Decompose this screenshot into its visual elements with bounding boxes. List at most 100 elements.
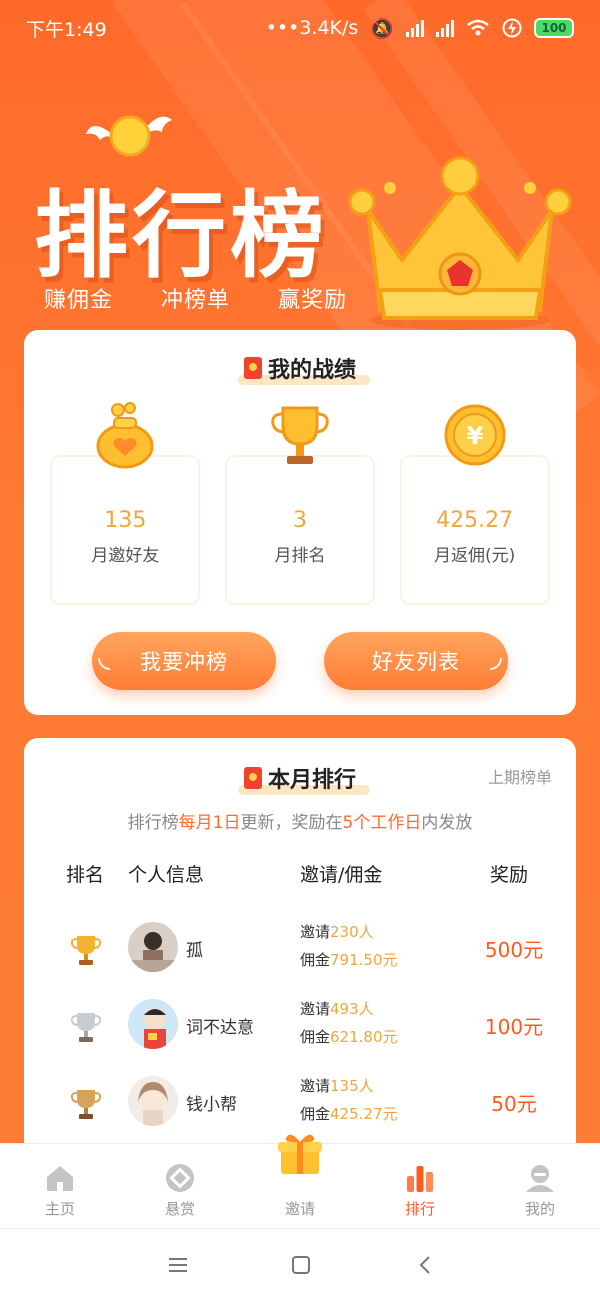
tab-bounty[interactable]: 悬赏 — [120, 1144, 240, 1229]
winged-coin-icon — [86, 115, 172, 157]
friend-list-button-label: 好友列表 — [372, 650, 460, 674]
status-time: 下午1:49 — [26, 18, 107, 41]
profile-icon — [526, 1165, 554, 1192]
bounty-icon — [166, 1164, 194, 1192]
back-icon[interactable] — [414, 1253, 438, 1277]
ranking-row[interactable]: 孤 邀请230人 佣金791.50元 500元 — [24, 912, 576, 982]
commission-prefix: 佣金 — [300, 951, 331, 969]
invite-commission-info: 邀请493人 佣金621.80元 — [300, 995, 398, 1051]
battery-indicator: 100 — [534, 18, 574, 38]
trophy-icon — [271, 406, 329, 464]
bronze-trophy-icon — [70, 1090, 102, 1119]
invite-count: 493人 — [330, 1000, 374, 1018]
stat-monthly-invites: 135 月邀好友 — [50, 400, 201, 605]
subtitle-earn-commission: 赚佣金 — [44, 288, 114, 313]
notice-text: 内发放 — [421, 813, 473, 833]
red-packet-icon — [243, 357, 262, 379]
stat-monthly-commission: ¥ 425.27 月返佣(元) — [399, 400, 550, 605]
invite-prefix: 邀请 — [300, 923, 331, 941]
tab-profile-label: 我的 — [524, 1200, 555, 1218]
stat-commission-label: 月返佣(元) — [434, 546, 516, 566]
commission-prefix: 佣金 — [300, 1028, 331, 1046]
stats-row: 135 月邀好友 3 月排名 ¥ 425.27 月返佣(元) — [24, 400, 576, 605]
silver-trophy-icon — [70, 1013, 102, 1042]
signal-hd-icon — [436, 19, 454, 37]
tab-invite[interactable]: 邀请 — [240, 1134, 360, 1229]
climb-rank-button-label: 我要冲榜 — [140, 650, 228, 674]
bottom-tab-bar: 主页 悬赏 邀请 排行 我的 — [0, 1134, 600, 1229]
avatar — [128, 922, 178, 972]
ranking-icon — [407, 1166, 433, 1192]
friend-list-button[interactable]: 好友列表 — [324, 632, 508, 690]
svg-text:¥: ¥ — [466, 422, 483, 450]
commission-amount: 425.27元 — [330, 1105, 398, 1123]
update-notice: 排行榜每月1日更新，奖励在5个工作日内发放 — [24, 808, 576, 833]
notice-text: 排行榜 — [127, 813, 179, 833]
mute-icon: 🔕 — [370, 17, 394, 40]
column-invite-commission: 邀请/佣金 — [300, 864, 383, 886]
crown-icon — [348, 156, 572, 330]
status-bar: 下午1:49 •••3.4K/s 🔕 100 — [0, 0, 600, 56]
signal-icon — [406, 19, 424, 37]
climb-rank-button[interactable]: 我要冲榜 — [92, 632, 276, 690]
user-name: 词不达意 — [186, 1018, 254, 1038]
red-packet-icon — [243, 767, 262, 789]
avatar — [128, 1076, 178, 1126]
column-rank: 排名 — [66, 864, 105, 886]
invite-count: 135人 — [330, 1077, 374, 1095]
tab-ranking[interactable]: 排行 — [360, 1144, 480, 1229]
my-record-card: 我的战绩 135 月邀好友 3 月排名 ¥ 425.27 月返佣(元) 我要冲榜… — [24, 330, 576, 715]
notice-text: 更新，奖励在 — [240, 813, 343, 833]
stat-rank-value: 3 — [292, 508, 307, 533]
page-title: 排行榜 — [34, 182, 329, 291]
stat-rank-label: 月排名 — [274, 546, 326, 566]
tab-invite-label: 邀请 — [284, 1200, 315, 1218]
tab-home-label: 主页 — [44, 1200, 75, 1218]
wifi-icon — [467, 19, 489, 36]
stat-invites-label: 月邀好友 — [91, 546, 160, 566]
tab-bounty-label: 悬赏 — [164, 1200, 195, 1218]
yuan-coin-icon: ¥ — [444, 404, 506, 466]
leaderboard-page: 下午1:49 •••3.4K/s 🔕 100 排行榜 赚佣金 冲榜单 赢奖励 我… — [0, 0, 600, 1300]
stat-commission-value: 425.27 — [436, 508, 514, 533]
reward-amount: 500元 — [484, 938, 544, 962]
money-bag-icon — [96, 402, 154, 469]
hero-subtitle: 赚佣金 冲榜单 赢奖励 — [44, 282, 369, 314]
invite-prefix: 邀请 — [300, 1000, 331, 1018]
commission-prefix: 佣金 — [300, 1105, 331, 1123]
menu-icon[interactable] — [166, 1253, 190, 1277]
column-reward: 奖励 — [490, 864, 529, 886]
invite-commission-info: 邀请135人 佣金425.27元 — [300, 1072, 398, 1128]
commission-amount: 791.50元 — [330, 951, 398, 969]
monthly-ranking-title: 本月排行 — [267, 768, 356, 793]
tab-ranking-label: 排行 — [404, 1200, 435, 1218]
ranking-table-header: 排名 个人信息 邀请/佣金 奖励 — [24, 860, 576, 890]
reward-amount: 100元 — [484, 1015, 544, 1039]
notice-highlight-days: 5个工作日 — [342, 813, 422, 833]
invite-prefix: 邀请 — [300, 1077, 331, 1095]
reward-amount: 50元 — [491, 1092, 537, 1116]
stat-monthly-rank: 3 月排名 — [224, 400, 375, 605]
avatar — [128, 999, 178, 1049]
home-button-icon[interactable] — [289, 1253, 313, 1277]
gold-trophy-icon — [70, 936, 102, 965]
stat-invites-value: 135 — [104, 508, 147, 533]
ranking-row[interactable]: 词不达意 邀请493人 佣金621.80元 100元 — [24, 989, 576, 1059]
home-icon — [47, 1166, 73, 1191]
commission-amount: 621.80元 — [330, 1028, 398, 1046]
subtitle-climb-rank: 冲榜单 — [161, 288, 231, 313]
network-speed: •••3.4K/s — [265, 17, 359, 39]
tab-home[interactable]: 主页 — [0, 1144, 120, 1229]
last-period-ranking-link[interactable]: 上期榜单 — [488, 764, 552, 788]
tab-profile[interactable]: 我的 — [480, 1144, 600, 1229]
notice-highlight-date: 每月1日 — [178, 813, 241, 833]
system-navigation-bar — [0, 1228, 600, 1300]
column-profile: 个人信息 — [128, 864, 205, 886]
user-name: 钱小帮 — [186, 1095, 237, 1115]
invite-commission-info: 邀请230人 佣金791.50元 — [300, 918, 398, 974]
my-record-header: 我的战绩 — [24, 352, 576, 385]
charging-icon — [502, 18, 522, 38]
my-record-title: 我的战绩 — [267, 358, 356, 383]
invite-count: 230人 — [330, 923, 374, 941]
gift-icon — [278, 1134, 322, 1174]
